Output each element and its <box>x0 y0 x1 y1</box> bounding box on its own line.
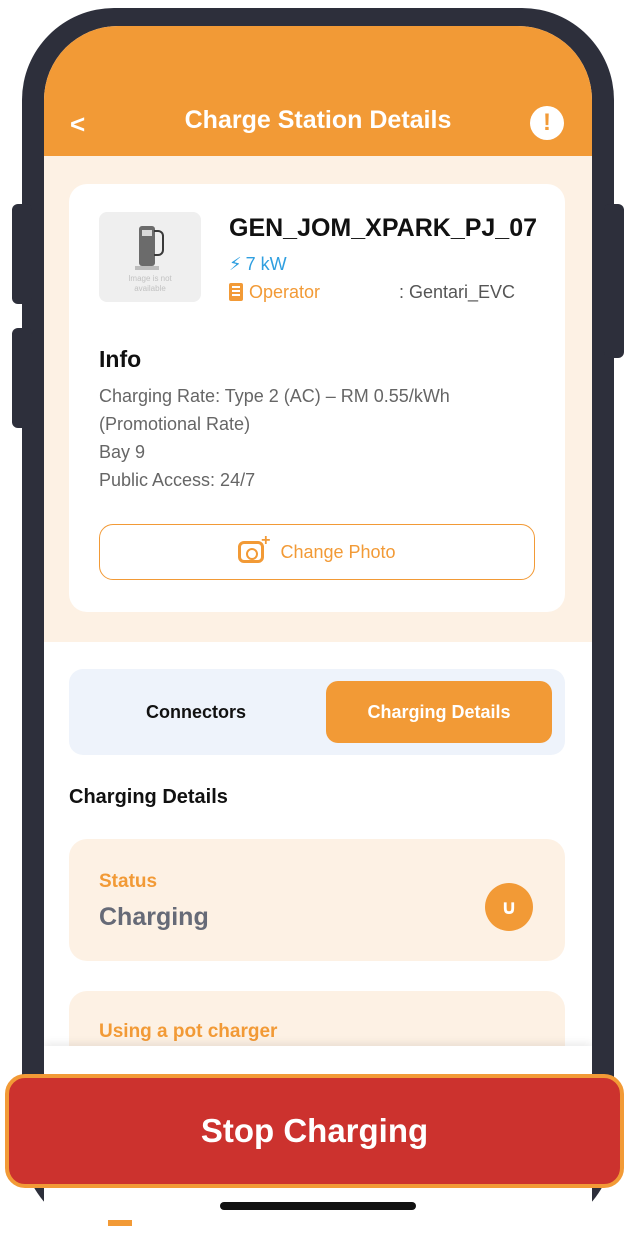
status-label: Status <box>99 871 158 892</box>
power-rating: ⚡︎ 7 kW <box>229 254 287 275</box>
info-line: (Promotional Rate) <box>99 414 251 434</box>
operator-value: : Gentari_EVC <box>399 282 516 302</box>
info-line: Public Access: 24/7 <box>99 470 256 490</box>
camera-add-icon: + <box>238 532 270 563</box>
exclamation-alert-icon[interactable]: ! <box>530 106 564 140</box>
phone-volume-down <box>12 328 32 428</box>
station-name: GEN_JOM_XPARK_PJ_07 <box>229 214 538 242</box>
home-indicator <box>220 1202 416 1210</box>
status-value: Charging <box>99 903 209 931</box>
station-card: Image is not available GEN_JOM_XPARK_PJ_… <box>69 184 565 612</box>
status-card: Status Charging ∪ <box>69 839 565 961</box>
change-photo-button[interactable]: + Change Photo <box>99 524 535 580</box>
building-icon <box>229 283 243 301</box>
stop-charging-button[interactable]: Stop Charging <box>5 1074 624 1188</box>
info-heading: Info <box>99 346 142 372</box>
station-image-placeholder: Image is not available <box>99 212 201 302</box>
charging-details-heading: Charging Details <box>69 786 228 808</box>
power-value: 7 kW <box>245 254 287 274</box>
tab-charging-details[interactable]: Charging Details <box>326 681 552 743</box>
phone-power-button <box>604 204 624 358</box>
operator-label: Operator <box>249 282 321 302</box>
detail-tabs: Connectors Charging Details <box>69 669 565 755</box>
app-screen: < Charge Station Details ! Image is not … <box>44 26 592 1234</box>
station-summary-area: Image is not available GEN_JOM_XPARK_PJ_… <box>44 156 592 642</box>
plug-icon: ∪ <box>485 883 533 931</box>
image-caption: available <box>134 284 166 293</box>
app-header: < Charge Station Details ! <box>44 26 592 156</box>
operator-row: Operator : Gentari_EVC <box>229 282 549 303</box>
tab-indicator <box>108 1220 132 1226</box>
tab-connectors[interactable]: Connectors <box>83 681 309 743</box>
page-title: Charge Station Details <box>184 106 452 134</box>
info-line: Bay 9 <box>99 442 146 462</box>
lightning-bolt-icon: ⚡︎ <box>229 254 242 274</box>
pot-charger-label: Using a pot charger <box>99 1021 278 1042</box>
phone-volume-up <box>12 204 32 304</box>
info-line: Charging Rate: Type 2 (AC) – RM 0.55/kWh <box>99 386 450 406</box>
change-photo-label: Change Photo <box>280 541 396 562</box>
image-caption: Image is not <box>128 274 172 283</box>
